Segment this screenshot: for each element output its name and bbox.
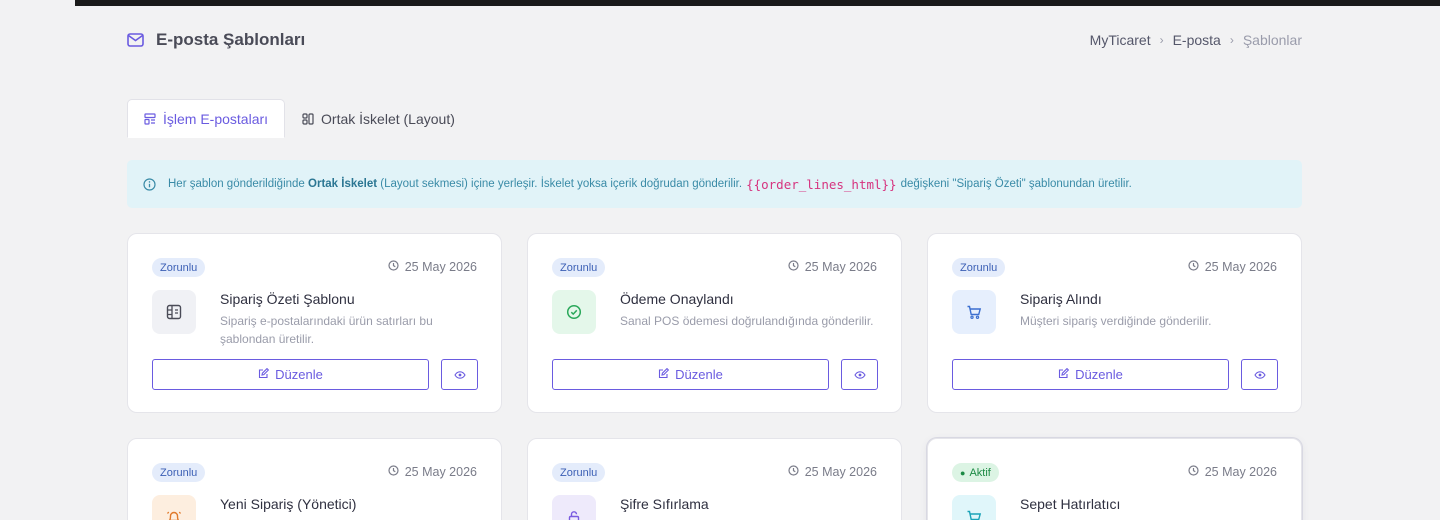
eye-icon (453, 367, 466, 382)
status-badge: Zorunlu (552, 463, 606, 482)
template-card: Zorunlu 25 May 2026 Sipariş Alındı Müşte… (927, 233, 1302, 413)
template-card: Zorunlu 25 May 2026 Şifre Sıfırlama (527, 438, 902, 520)
status-badge: Zorunlu (152, 463, 206, 482)
cart-icon (952, 290, 996, 334)
alert-code: {{order_lines_html}} (746, 176, 897, 192)
status-dot-icon: ● (960, 467, 966, 478)
template-card: Zorunlu 25 May 2026 Sipariş Özeti Şablon… (127, 233, 502, 413)
edit-button[interactable]: Düzenle (952, 359, 1229, 390)
edit-icon (658, 367, 670, 382)
lock-icon (552, 495, 596, 520)
tab-transactional-emails[interactable]: İşlem E-postaları (127, 99, 286, 138)
alert-text-1: Her şablon gönderildiğinde (168, 178, 305, 190)
card-title: Yeni Sipariş (Yönetici) (220, 496, 357, 512)
edit-label: Düzenle (1075, 367, 1123, 382)
preview-button[interactable] (841, 359, 878, 390)
breadcrumb-separator: › (1229, 33, 1234, 47)
edit-label: Düzenle (675, 367, 723, 382)
clock-icon (1188, 465, 1199, 479)
card-date: 25 May 2026 (1204, 260, 1277, 274)
edit-button[interactable]: Düzenle (552, 359, 829, 390)
top-bar (75, 0, 1440, 6)
template-card: Zorunlu 25 May 2026 Yeni Sipariş (Yöneti… (127, 438, 502, 520)
breadcrumb-item-current: Şablonlar (1242, 32, 1302, 48)
preview-button[interactable] (441, 359, 478, 390)
breadcrumb-item-home[interactable]: MyTicaret (1090, 32, 1151, 48)
card-title: Ödeme Onaylandı (620, 291, 734, 307)
clock-icon (788, 260, 799, 274)
clock-icon (788, 465, 799, 479)
alert-text-2: (Layout sekmesi) içine yerleşir. İskelet… (380, 178, 743, 190)
card-description: Sanal POS ödemesi doğrulandığında gönder… (620, 314, 874, 328)
check-circle-icon (552, 290, 596, 334)
card-title: Sipariş Alındı (1020, 291, 1102, 307)
tab-layout[interactable]: Ortak İskelet (Layout) (285, 99, 472, 138)
alert-text-3: değişkeni "Sipariş Özeti" şablonundan ür… (900, 178, 1132, 190)
tab-bar: İşlem E-postaları Ortak İskelet (Layout) (127, 99, 472, 138)
card-description: Müşteri sipariş verdiğinde gönderilir. (1020, 314, 1212, 328)
card-description: Sipariş e-postalarındaki ürün satırları … (220, 314, 433, 346)
card-date: 25 May 2026 (404, 260, 477, 274)
mail-icon (127, 33, 144, 47)
page-header: E-posta Şablonları MyTicaret › E-posta ›… (127, 28, 1302, 52)
edit-button[interactable]: Düzenle (152, 359, 429, 390)
clock-icon (388, 260, 399, 274)
bell-icon (152, 495, 196, 520)
alert-bold: Ortak İskelet (308, 178, 378, 190)
eye-icon (1253, 367, 1266, 382)
layout-icon (302, 112, 314, 125)
tab-label: Ortak İskelet (Layout) (321, 110, 455, 127)
status-badge: Zorunlu (952, 258, 1006, 277)
status-badge: Zorunlu (552, 258, 606, 277)
status-badge: Zorunlu (152, 258, 206, 277)
info-icon (143, 177, 156, 191)
layout-panel-icon (152, 290, 196, 334)
card-date: 25 May 2026 (804, 260, 877, 274)
card-date: 25 May 2026 (1204, 465, 1277, 479)
template-card: ● Aktif 25 May 2026 Sepet Hatırlatıcı (927, 438, 1302, 520)
page-title: E-posta Şablonları (156, 30, 306, 49)
status-badge: ● Aktif (952, 463, 999, 482)
eye-icon (853, 367, 866, 382)
card-title: Sipariş Özeti Şablonu (220, 291, 355, 307)
template-icon (144, 112, 156, 125)
card-date: 25 May 2026 (404, 465, 477, 479)
edit-label: Düzenle (275, 367, 323, 382)
breadcrumb-separator: › (1159, 33, 1164, 47)
card-title: Şifre Sıfırlama (620, 496, 709, 512)
card-title: Sepet Hatırlatıcı (1020, 496, 1121, 512)
cart-icon (952, 495, 996, 520)
tab-label: İşlem E-postaları (163, 110, 269, 127)
template-card: Zorunlu 25 May 2026 Ödeme Onaylandı Sana… (527, 233, 902, 413)
clock-icon (388, 465, 399, 479)
card-date: 25 May 2026 (804, 465, 877, 479)
breadcrumb-item-email[interactable]: E-posta (1173, 32, 1221, 48)
clock-icon (1188, 260, 1199, 274)
edit-icon (258, 367, 270, 382)
breadcrumb: MyTicaret › E-posta › Şablonlar (1090, 32, 1302, 48)
edit-icon (1058, 367, 1070, 382)
preview-button[interactable] (1241, 359, 1278, 390)
info-alert: Her şablon gönderildiğinde Ortak İskelet… (127, 160, 1302, 208)
